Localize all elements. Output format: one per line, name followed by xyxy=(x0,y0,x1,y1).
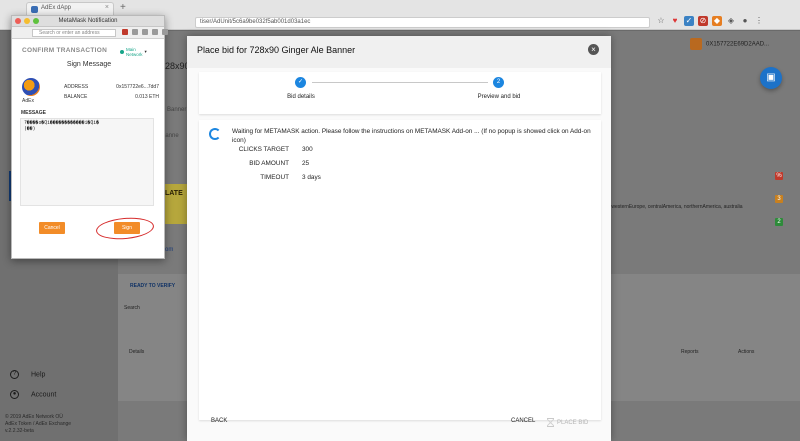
place-bid-label: PLACE BID xyxy=(557,420,589,427)
window-close-icon[interactable] xyxy=(15,18,21,24)
adunit-name: e Banner xyxy=(162,107,187,113)
metamask-window-toolbar: Search or enter an address xyxy=(12,27,168,39)
shield-icon[interactable]: ◈ xyxy=(726,16,736,26)
bookmark-star-icon[interactable]: ☆ xyxy=(656,16,666,26)
column-header-actions: Actions xyxy=(738,349,755,355)
adex-favicon-icon xyxy=(31,6,38,13)
user-account[interactable]: 0X157722E69D2AAD... xyxy=(690,38,769,50)
step-number-badge[interactable]: 2 xyxy=(493,77,504,88)
place-bid-button[interactable]: PLACE BID xyxy=(547,418,588,427)
badge-orange: 3 xyxy=(775,195,783,203)
account-name: AdEx xyxy=(22,98,34,104)
dialog-footer: BACK CANCEL PLACE BID xyxy=(187,414,611,441)
confirm-transaction-heading: CONFIRM TRANSACTION xyxy=(22,47,108,54)
network-status-icon xyxy=(120,50,124,54)
address-label: ADDRESS xyxy=(64,84,89,90)
dialog-title: Place bid for 728x90 Ginger Ale Banner xyxy=(197,45,356,55)
metamask-waiting-message: Waiting for METAMASK action. Please foll… xyxy=(232,128,591,144)
column-header-details: Details xyxy=(129,349,145,355)
user-address: 0X157722E69D2AAD... xyxy=(706,41,770,48)
sidebar-item-account[interactable]: ● Account xyxy=(10,390,56,399)
network-label: Main Network xyxy=(126,47,143,57)
sign-message-title: Sign Message xyxy=(66,61,112,68)
bid-preview-card: Waiting for METAMASK action. Please foll… xyxy=(199,120,601,420)
field-value-bid-amount: 25 xyxy=(302,160,310,167)
sidebar-item-help[interactable]: ? Help xyxy=(10,370,45,379)
network-selector[interactable]: Main Network▾ xyxy=(120,47,147,57)
search-input[interactable]: Search xyxy=(124,305,140,311)
field-label-bid-amount: BID AMOUNT xyxy=(249,160,289,167)
field-label-timeout: TIMEOUT xyxy=(260,174,289,181)
metamask-notification-window: MetaMask Notification Search or enter an… xyxy=(11,15,168,259)
badge-red: % xyxy=(775,172,783,180)
message-label: MESSAGE xyxy=(21,110,47,116)
targeting-locations: pe, westernEurope, centralAmerica, north… xyxy=(603,204,743,210)
adblock-icon[interactable] xyxy=(122,29,128,35)
message-content: ?����o�Qi������������i�Qi� (��) xyxy=(20,118,154,206)
adblock-icon[interactable]: ⊘ xyxy=(698,16,708,26)
loading-spinner-icon xyxy=(209,128,221,140)
field-value-timeout: 3 days xyxy=(302,174,321,181)
step-complete-check-icon[interactable]: ✓ xyxy=(295,77,306,88)
step-label-bid-details[interactable]: Bid details xyxy=(278,94,324,100)
close-icon[interactable]: × xyxy=(588,44,599,55)
field-label-clicks-target: CLICKS TARGET xyxy=(238,146,289,153)
menu-icon[interactable]: ⋮ xyxy=(754,16,764,26)
browser-tab[interactable]: AdEx dApp × xyxy=(26,2,114,15)
window-titlebar: MetaMask Notification xyxy=(12,16,164,27)
sidebar-item-label: Help xyxy=(31,371,46,379)
tab-ready-to-verify[interactable]: READY TO VERIFY xyxy=(130,283,175,289)
search-input[interactable]: Search or enter an address xyxy=(32,29,116,37)
profile-icon[interactable]: ● xyxy=(740,16,750,26)
place-bid-dialog: Place bid for 728x90 Ginger Ale Banner ×… xyxy=(187,36,611,441)
sidebar-item-label: Account xyxy=(31,391,57,399)
stepper-connector xyxy=(312,82,488,83)
balance-value: 0.013 ETH xyxy=(135,94,159,100)
menu-icon[interactable] xyxy=(162,29,168,35)
account-identicon-icon xyxy=(22,78,40,96)
settings-icon[interactable] xyxy=(142,29,148,35)
balance-label: BALANCE xyxy=(64,94,88,100)
hourglass-icon xyxy=(547,418,554,427)
heart-icon[interactable]: ♥ xyxy=(670,16,680,26)
account-icon: ● xyxy=(10,390,19,399)
help-icon: ? xyxy=(10,370,19,379)
extension-icon[interactable]: ✓ xyxy=(684,16,694,26)
save-icon: ▣ xyxy=(766,72,776,83)
cancel-button[interactable]: Cancel xyxy=(39,222,65,234)
browser-toolbar: ☆ ♥ ✓ ⊘ ◆ ◈ ● ⋮ xyxy=(656,16,764,26)
back-button[interactable]: BACK xyxy=(211,418,227,424)
toolbar-icons xyxy=(122,29,168,35)
step-label-preview-and-bid[interactable]: Preview and bid xyxy=(470,94,528,100)
metamask-avatar-icon xyxy=(690,38,702,50)
chevron-down-icon: ▾ xyxy=(144,49,147,55)
window-minimize-icon[interactable] xyxy=(24,18,30,24)
field-value-clicks-target: 300 xyxy=(302,146,313,153)
new-tab-button[interactable]: + xyxy=(120,2,126,13)
extension-icon[interactable] xyxy=(132,29,138,35)
metamask-fox-icon[interactable]: ◆ xyxy=(712,16,722,26)
close-tab-icon[interactable]: × xyxy=(105,4,109,11)
address-value: 0x157722e6...7dd7 xyxy=(116,84,159,90)
address-bar[interactable]: tiser/AdUnit/5c6a9be032f5ab001d03a1ec xyxy=(195,17,650,28)
cancel-button[interactable]: CANCEL xyxy=(511,418,535,424)
footer-copyright: © 2019 AdEx Network OÜ AdEx Token / AdEx… xyxy=(5,414,72,434)
bid-stepper: ✓ 2 Bid details Preview and bid xyxy=(199,72,601,114)
dialog-header: Place bid for 728x90 Ginger Ale Banner × xyxy=(187,36,611,68)
window-maximize-icon[interactable] xyxy=(33,18,39,24)
floating-action-button[interactable]: ▣ xyxy=(760,67,782,89)
column-header-reports: Reports xyxy=(681,349,699,355)
badge-green: 2 xyxy=(775,218,783,226)
sign-button[interactable]: Sign xyxy=(114,222,140,234)
hourglass-icon[interactable] xyxy=(152,29,158,35)
browser-tab-title: AdEx dApp xyxy=(41,5,72,11)
